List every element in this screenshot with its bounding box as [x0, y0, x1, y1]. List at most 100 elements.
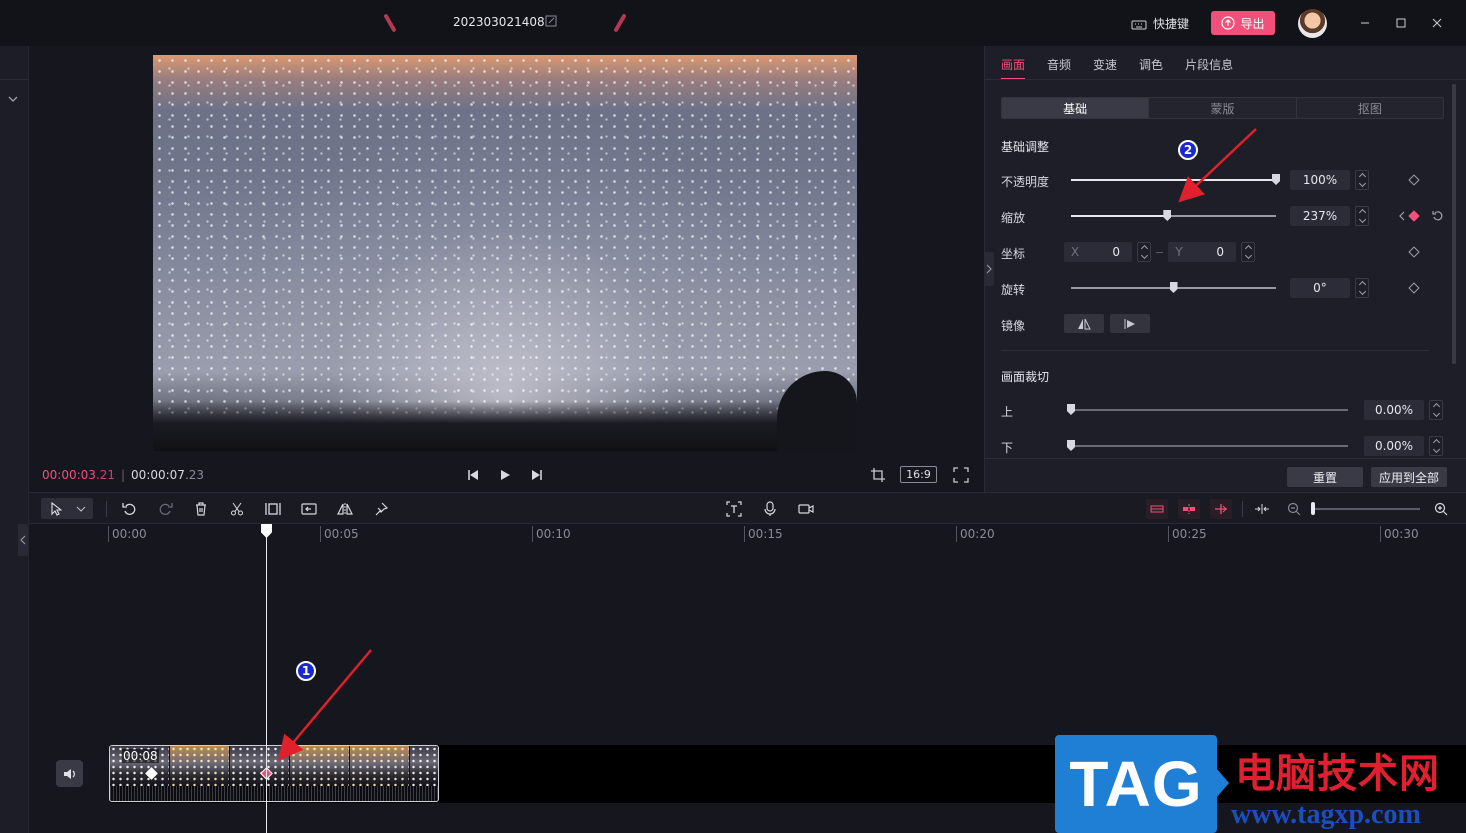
zoom-slider-thumb[interactable] — [1311, 502, 1315, 515]
project-title[interactable]: 202303021408 — [453, 15, 545, 29]
crop-top-slider-thumb[interactable] — [1067, 404, 1075, 415]
fullscreen-icon[interactable] — [953, 467, 969, 483]
play-button[interactable] — [497, 467, 513, 483]
position-x-input[interactable]: X 0 — [1064, 242, 1132, 262]
rotation-slider[interactable] — [1071, 282, 1276, 293]
crop-bottom-value-input[interactable]: 0.00% — [1364, 436, 1424, 456]
track-snap-button[interactable] — [1146, 499, 1168, 519]
scale-stepper[interactable] — [1355, 206, 1369, 226]
title-decoration-right — [613, 13, 627, 33]
text-recognition-button[interactable] — [726, 501, 742, 517]
crop-top-value-input[interactable]: 0.00% — [1364, 400, 1424, 420]
rotation-stepper[interactable] — [1355, 278, 1369, 298]
zoom-slider[interactable] — [1312, 508, 1420, 510]
maximize-button[interactable] — [1392, 14, 1410, 32]
scale-slider-thumb[interactable] — [1163, 210, 1172, 221]
rotation-value-input[interactable]: 0° — [1290, 278, 1350, 298]
annotation-badge-1: 1 — [296, 661, 316, 681]
crop-bottom-stepper[interactable] — [1429, 436, 1443, 456]
properties-panel: 画面 音频 变速 调色 片段信息 基础 蒙版 抠图 基础调整 不透明度 100%… — [984, 46, 1466, 492]
crop-bottom-slider[interactable] — [1067, 440, 1348, 451]
zoom-out-button[interactable] — [1286, 501, 1302, 517]
link-button[interactable] — [1178, 499, 1200, 519]
timeline-ruler[interactable]: 00:00 00:05 00:10 00:15 00:20 00:25 00:3… — [29, 524, 1466, 544]
crop-icon[interactable] — [870, 467, 886, 483]
user-avatar[interactable] — [1298, 9, 1327, 38]
opacity-stepper[interactable] — [1355, 170, 1369, 190]
ruler-tick — [744, 526, 745, 542]
video-editor-window: 202303021408 快捷键 导出 00:00:03.21 | 00:00:… — [0, 0, 1466, 833]
freeze-frame-button[interactable] — [265, 501, 281, 517]
segment-cutout[interactable]: 抠图 — [1295, 98, 1443, 118]
apply-to-all-button[interactable]: 应用到全部 — [1371, 467, 1447, 487]
delete-button[interactable] — [193, 501, 209, 517]
position-y-stepper[interactable] — [1241, 242, 1255, 262]
playhead[interactable] — [266, 530, 267, 833]
opacity-slider-thumb[interactable] — [1272, 174, 1280, 185]
rotation-keyframe-icon[interactable] — [1408, 282, 1420, 294]
reverse-button[interactable] — [301, 501, 317, 517]
opacity-slider[interactable] — [1071, 174, 1280, 185]
split-button[interactable] — [229, 501, 245, 517]
reset-button[interactable]: 重置 — [1287, 467, 1363, 487]
segment-mask[interactable]: 蒙版 — [1148, 98, 1295, 118]
position-y-input[interactable]: Y 0 — [1168, 242, 1236, 262]
panel-collapse-handle[interactable] — [984, 252, 994, 286]
undo-button[interactable] — [121, 501, 137, 517]
audio-link-button[interactable] — [1210, 499, 1232, 519]
scale-slider[interactable] — [1071, 210, 1276, 221]
close-button[interactable] — [1428, 14, 1446, 32]
chevron-down-icon[interactable] — [7, 95, 19, 103]
position-x-stepper[interactable] — [1137, 242, 1151, 262]
segment-basic[interactable]: 基础 — [1002, 98, 1149, 118]
shortcut-button[interactable]: 快捷键 — [1131, 15, 1189, 32]
panel-scrollbar[interactable] — [1452, 84, 1456, 364]
rotation-label: 旋转 — [1001, 283, 1026, 297]
opacity-value-input[interactable]: 100% — [1290, 170, 1350, 190]
scale-value-input[interactable]: 237% — [1290, 206, 1350, 226]
track-mute-button[interactable] — [56, 760, 83, 787]
crop-top-slider[interactable] — [1067, 404, 1348, 415]
position-keyframe-icon[interactable] — [1408, 246, 1420, 258]
pin-icon — [375, 502, 388, 516]
x-axis-label: X — [1070, 245, 1080, 259]
tab-speed[interactable]: 变速 — [1093, 56, 1117, 73]
zoom-in-button[interactable] — [1433, 501, 1449, 517]
crop-bottom-slider-thumb[interactable] — [1067, 440, 1075, 451]
reset-icon[interactable] — [1432, 210, 1443, 221]
aspect-ratio-button[interactable]: 16:9 — [900, 466, 937, 483]
mirror-horizontal-button[interactable] — [1064, 314, 1104, 333]
scale-label: 缩放 — [1001, 211, 1026, 225]
previous-frame-button[interactable] — [465, 467, 481, 483]
previous-keyframe-icon[interactable] — [1398, 211, 1406, 221]
tab-picture[interactable]: 画面 — [1001, 56, 1025, 73]
split-view-icon — [1255, 504, 1269, 514]
opacity-keyframe-icon[interactable] — [1408, 174, 1420, 186]
position-label: 坐标 — [1001, 247, 1026, 261]
video-preview[interactable] — [153, 55, 857, 451]
marker-button[interactable] — [373, 501, 389, 517]
tab-clip-info[interactable]: 片段信息 — [1185, 56, 1233, 73]
record-video-button[interactable] — [798, 501, 814, 517]
export-button[interactable]: 导出 — [1211, 11, 1275, 35]
record-audio-button[interactable] — [762, 501, 778, 517]
mirror-vertical-button[interactable] — [1110, 314, 1150, 333]
edit-title-icon[interactable] — [545, 15, 557, 27]
tab-audio[interactable]: 音频 — [1047, 56, 1071, 73]
redo-button[interactable] — [158, 501, 174, 517]
skip-back-icon — [468, 470, 478, 480]
minimize-button[interactable] — [1356, 14, 1374, 32]
crop-top-stepper[interactable] — [1429, 400, 1443, 420]
split-view-button[interactable] — [1254, 501, 1270, 517]
clip-thumbnail — [409, 746, 438, 786]
mirror-button[interactable] — [337, 501, 353, 517]
next-frame-button[interactable] — [529, 467, 545, 483]
scale-keyframe-icon[interactable] — [1408, 210, 1420, 222]
timeline-left-handle[interactable] — [18, 524, 28, 556]
select-tool-dropdown[interactable] — [41, 498, 93, 519]
close-icon — [1432, 18, 1442, 28]
rotation-slider-thumb[interactable] — [1169, 282, 1178, 293]
tab-color[interactable]: 调色 — [1139, 56, 1163, 73]
opacity-label: 不透明度 — [1001, 175, 1050, 189]
skip-forward-icon — [532, 470, 542, 480]
